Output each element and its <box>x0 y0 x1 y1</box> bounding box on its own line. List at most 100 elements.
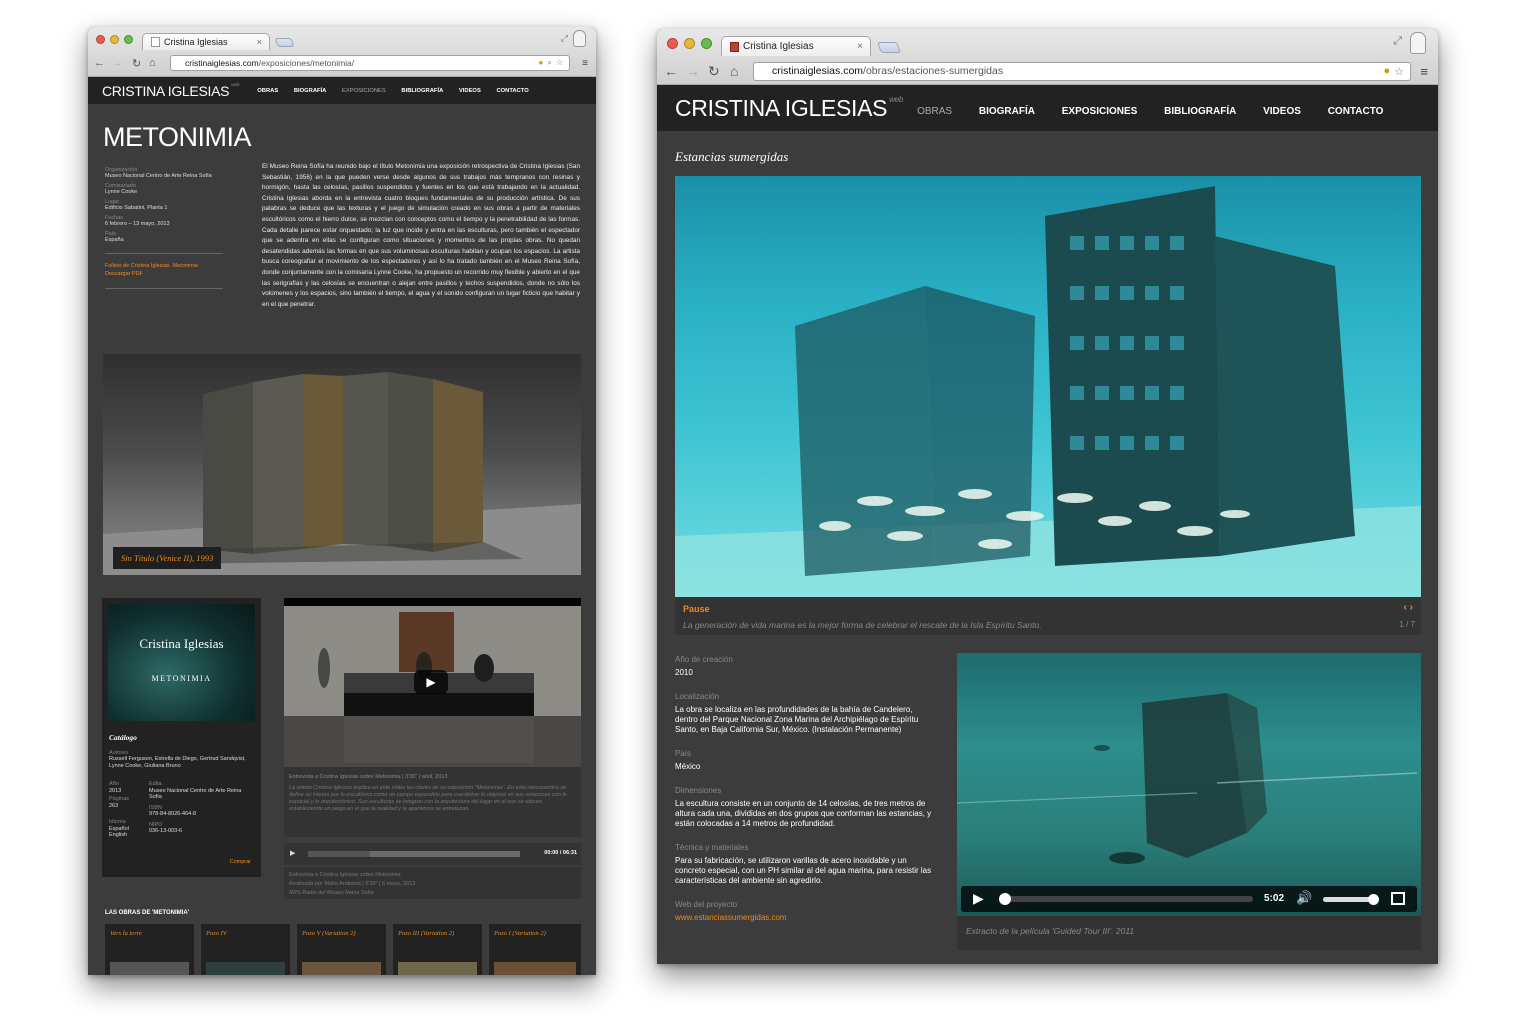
minimize-window-icon[interactable] <box>110 35 119 44</box>
minimize-window-icon[interactable] <box>684 38 695 49</box>
home-icon[interactable]: ⌂ <box>149 57 156 69</box>
detail-value: México <box>675 762 701 771</box>
tab-title: Cristina Iglesias <box>164 37 228 47</box>
meta-value: Museo Nacional Centro de Arte Reina Sofí… <box>105 173 212 179</box>
work-card[interactable]: Pozo I (Variation 2) <box>489 924 581 975</box>
work-card[interactable]: Pozo III (Variation 2) <box>393 924 482 975</box>
work-card[interactable]: Pozo IV <box>201 924 290 975</box>
play-icon[interactable]: ▶ <box>973 890 984 907</box>
slideshow-image[interactable] <box>675 176 1421 597</box>
work-card[interactable]: Vers la terre <box>105 924 194 975</box>
volume-icon[interactable]: 🔊 <box>1296 890 1312 906</box>
catalog-pages: 263 <box>109 802 119 809</box>
profile-icon[interactable] <box>1410 32 1426 54</box>
new-tab-button[interactable] <box>274 38 295 47</box>
forward-icon[interactable]: → <box>112 57 123 69</box>
zoom-window-icon[interactable] <box>124 35 133 44</box>
nav-biografia[interactable]: BIOGRAFÍA <box>979 106 1035 117</box>
reload-icon[interactable]: ↻ <box>708 63 720 80</box>
fullscreen-icon[interactable]: ⤢ <box>561 33 568 44</box>
video-controls: ▶ 5:02 🔊 <box>961 886 1417 912</box>
reload-icon[interactable]: ↻ <box>132 57 141 70</box>
work-card[interactable]: Pozo V (Variation 2) <box>297 924 386 975</box>
address-bar[interactable]: cristinaiglesias.com/obras/estaciones-su… <box>753 61 1411 81</box>
url-path: /obras/estaciones-sumergidas <box>863 65 1004 77</box>
catalog-authors: Russell Ferguson, Estrella de Diego, Ger… <box>109 756 246 769</box>
nav-obras[interactable]: OBRAS <box>257 88 278 94</box>
sculpture-illustration <box>103 372 581 575</box>
volume-slider[interactable] <box>1323 894 1379 905</box>
work-title: Estancias sumergidas <box>675 149 789 164</box>
work-thumbnail <box>398 962 477 975</box>
video-caption-body: La artista Cristina Iglesias explica en … <box>289 785 567 812</box>
video-progress[interactable] <box>999 893 1253 905</box>
extension-icon[interactable]: ● <box>1383 65 1390 78</box>
nav-contacto[interactable]: CONTACTO <box>496 88 528 94</box>
buy-catalog-link[interactable]: Comprar <box>230 859 251 865</box>
site-logo[interactable]: CRISTINA IGLESIAS web <box>102 83 240 99</box>
extension-icon[interactable]: ● <box>539 58 544 68</box>
browser-tab[interactable]: Cristina Iglesias × <box>142 33 270 50</box>
new-tab-button[interactable] <box>876 42 902 53</box>
nav-obras[interactable]: OBRAS <box>917 106 952 117</box>
close-window-icon[interactable] <box>96 35 105 44</box>
slideshow-caption: La generación de vida marina es la mejor… <box>683 620 1042 630</box>
video-frame <box>957 693 1418 864</box>
bookmark-star-icon[interactable]: ☆ <box>556 58 563 68</box>
slideshow-pause-button[interactable]: Pause <box>683 604 710 614</box>
back-icon[interactable]: ← <box>664 63 678 79</box>
audio-caption: Entrevista a Cristina Iglesias sobre Met… <box>284 867 581 899</box>
project-web-link[interactable]: www.estanciassumergidas.com <box>675 913 937 922</box>
bookmark-star-icon[interactable]: ☆ <box>1394 65 1404 78</box>
work-title: Pozo III (Variation 2) <box>398 930 455 937</box>
close-window-icon[interactable] <box>667 38 678 49</box>
profile-icon[interactable] <box>573 30 586 47</box>
forward-icon[interactable]: → <box>686 63 700 79</box>
detail-value: Para su fabricación, se utilizaron varil… <box>675 856 932 885</box>
page-favicon-icon <box>151 37 160 47</box>
detail-label: Web del proyecto <box>675 900 738 909</box>
site-logo[interactable]: CRISTINA IGLESIAS web <box>675 95 903 122</box>
audio-progress[interactable] <box>308 851 520 857</box>
nav-bibliografia[interactable]: BIBLIOGRAFÍA <box>401 88 443 94</box>
nav-exposiciones[interactable]: EXPOSICIONES <box>342 88 386 94</box>
interview-video[interactable]: ▶ <box>284 598 581 767</box>
work-thumbnail <box>494 962 576 975</box>
nav-videos[interactable]: VIDEOS <box>459 88 481 94</box>
progress-handle[interactable] <box>999 893 1011 905</box>
work-thumbnail <box>302 962 381 975</box>
catalog-isbn: 978-84-8026-464-8 <box>149 811 197 817</box>
slideshow-arrows[interactable]: ‹ › <box>1404 602 1413 613</box>
work-title: Pozo V (Variation 2) <box>302 930 356 937</box>
pdf-link[interactable]: Folleto de Cristina Iglesias. Metonimia … <box>105 262 223 278</box>
search-icon[interactable]: ⌕ <box>547 58 551 68</box>
catalog-year: 2013 <box>109 787 122 794</box>
back-icon[interactable]: ← <box>94 57 105 69</box>
page-favicon-icon <box>730 41 739 52</box>
catalog-panel: Cristina Iglesias METONIMIA Catálogo Aut… <box>102 598 261 877</box>
nav-videos[interactable]: VIDEOS <box>1263 106 1301 117</box>
catalog-editor: Museo Nacional Centro de Arte Reina Sofí… <box>149 787 242 801</box>
fullscreen-icon[interactable]: ⤢ <box>1393 35 1402 48</box>
browser-tab[interactable]: Cristina Iglesias × <box>721 36 871 56</box>
catalog-cover[interactable]: Cristina Iglesias METONIMIA <box>108 604 255 721</box>
nav-exposiciones[interactable]: EXPOSICIONES <box>1062 106 1138 117</box>
film-video[interactable]: ▶ 5:02 🔊 <box>957 653 1421 916</box>
play-icon[interactable]: ▶ <box>414 670 448 694</box>
browser-window-right: Cristina Iglesias × ⤢ ← → ↻ ⌂ cristinaig… <box>657 29 1438 964</box>
menu-icon[interactable]: ≡ <box>582 58 588 69</box>
close-tab-icon[interactable]: × <box>857 41 863 52</box>
home-icon[interactable]: ⌂ <box>730 63 738 79</box>
menu-icon[interactable]: ≡ <box>1420 64 1428 79</box>
close-tab-icon[interactable]: × <box>257 37 262 47</box>
address-bar[interactable]: cristinaiglesias.com/exposiciones/metoni… <box>170 55 570 71</box>
nav-bibliografia[interactable]: BIBLIOGRAFÍA <box>1164 106 1236 117</box>
audio-play-icon[interactable]: ▶ <box>290 849 295 857</box>
meta-value: Lynne Cooke <box>105 189 138 195</box>
exhibition-image[interactable]: Sin Título (Venice II), 1993 <box>103 354 581 575</box>
nav-contacto[interactable]: CONTACTO <box>1328 106 1384 117</box>
browser-window-left: Cristina Iglesias × ⤢ ← → ↻ ⌂ cristinaig… <box>88 27 596 975</box>
fullscreen-video-icon[interactable] <box>1391 892 1405 905</box>
nav-biografia[interactable]: BIOGRAFÍA <box>294 88 327 94</box>
zoom-window-icon[interactable] <box>701 38 712 49</box>
